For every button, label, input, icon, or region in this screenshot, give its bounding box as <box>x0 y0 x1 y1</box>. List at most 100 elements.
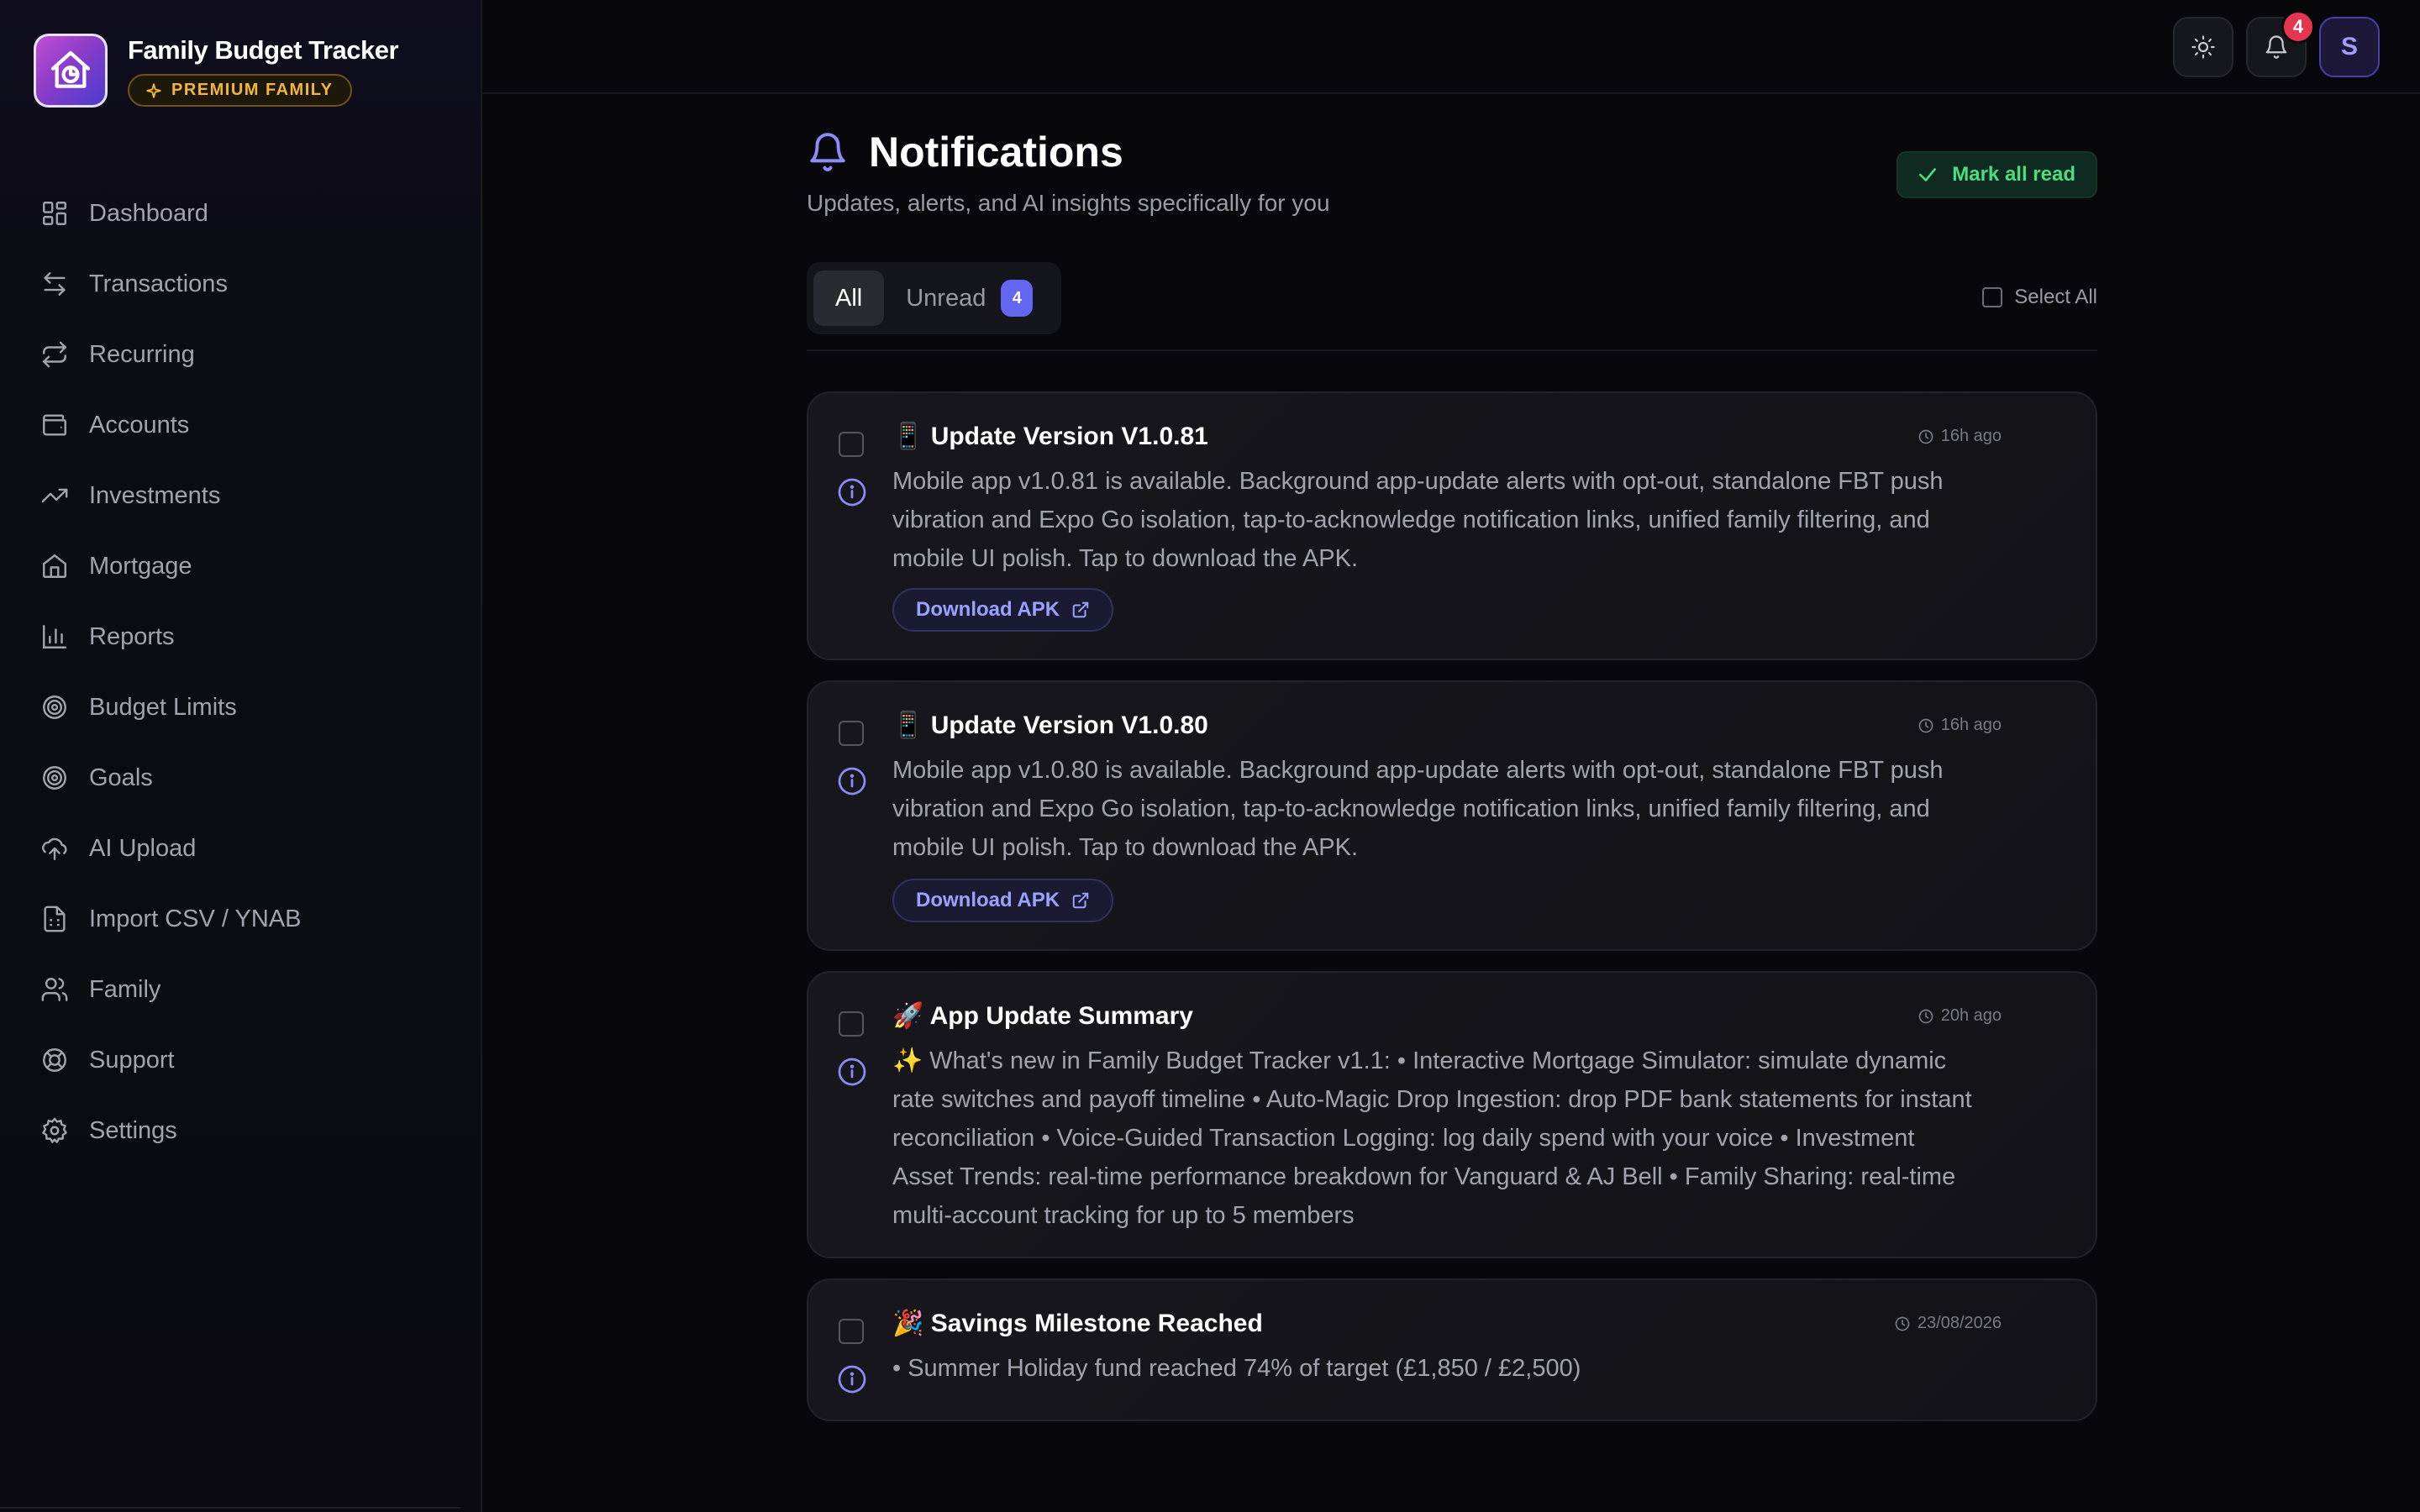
user-avatar-button[interactable]: S <box>2319 17 2380 77</box>
sidebar-nav: Dashboard Transactions Recurring Account… <box>0 178 482 1166</box>
sidebar-item-label: Support <box>89 1046 175 1074</box>
sidebar-item-accounts[interactable]: Accounts <box>0 390 482 460</box>
notification-body: • Summer Holiday fund reached 74% of tar… <box>892 1355 1581 1382</box>
notification-time-label: 16h ago <box>1940 427 2002 445</box>
notification-checkbox[interactable] <box>839 1319 864 1344</box>
external-link-icon <box>1072 601 1089 618</box>
sidebar-item-support[interactable]: Support <box>0 1025 482 1095</box>
clock-icon <box>1918 718 1933 732</box>
notification-time: 23/08/2026 <box>1894 1314 2002 1333</box>
filter-row: All Unread 4 Select All <box>807 262 2097 351</box>
sparkle-icon <box>146 83 161 97</box>
page-header: Notifications Updates, alerts, and AI in… <box>807 94 2097 262</box>
tab-unread-label: Unread <box>906 284 986 312</box>
trending-up-icon <box>41 488 68 503</box>
repeat-icon <box>43 341 66 368</box>
filter-tabs: All Unread 4 <box>807 262 1062 334</box>
notifications-button[interactable]: 4 <box>2246 10 2315 77</box>
premium-badge-label: PREMIUM FAMILY <box>171 81 334 99</box>
sun-icon <box>2191 35 2215 59</box>
sidebar-item-family[interactable]: Family <box>0 954 482 1025</box>
notification-card[interactable]: 🎉 Savings Milestone Reached 23/08/2026 •… <box>807 1278 2097 1421</box>
users-icon <box>41 978 68 1001</box>
download-apk-button[interactable]: Download APK <box>892 588 1114 632</box>
sidebar-item-label: Import CSV / YNAB <box>89 905 302 932</box>
notification-body: ✨ What's new in Family Budget Tracker v1… <box>892 1047 1972 1229</box>
house-icon <box>43 554 66 578</box>
bar-chart-icon <box>43 625 66 648</box>
notification-title: 🎉 Savings Milestone Reached <box>892 1310 1263 1337</box>
notification-time: 20h ago <box>1918 1006 2002 1026</box>
check-icon <box>1919 168 1937 181</box>
sidebar-item-reports[interactable]: Reports <box>0 601 482 672</box>
arrows-left-right-icon <box>44 272 66 296</box>
notification-card[interactable]: 📱 Update Version V1.0.80 16h ago Mobile … <box>807 680 2097 951</box>
sidebar-item-transactions[interactable]: Transactions <box>0 249 482 319</box>
clock-icon <box>1895 1316 1910 1331</box>
download-apk-button[interactable]: Download APK <box>892 879 1114 922</box>
theme-toggle-button[interactable] <box>2173 17 2233 77</box>
select-all-label: Select All <box>2014 286 2097 308</box>
sidebar-item-label: Settings <box>89 1116 177 1144</box>
notification-card[interactable]: 🚀 App Update Summary 20h ago ✨ What's ne… <box>807 971 2097 1258</box>
notification-body: Mobile app v1.0.81 is available. Backgro… <box>892 468 1944 572</box>
topbar: 4 S <box>482 0 2420 94</box>
page-title: Notifications <box>869 129 1123 176</box>
sidebar-item-goals[interactable]: Goals <box>0 743 482 813</box>
sidebar-item-label: AI Upload <box>89 834 197 862</box>
sidebar: Family Budget Tracker PREMIUM FAMILY Das… <box>0 0 482 1512</box>
notification-count-badge: 4 <box>2281 10 2315 44</box>
select-all-control[interactable]: Select All <box>1982 286 2097 309</box>
sidebar-item-label: Transactions <box>89 270 228 297</box>
clock-icon <box>1918 1009 1933 1023</box>
info-icon <box>838 478 866 507</box>
sidebar-item-label: Recurring <box>89 340 195 368</box>
sidebar-item-investments[interactable]: Investments <box>0 460 482 531</box>
notification-time: 16h ago <box>1918 427 2002 446</box>
download-apk-label: Download APK <box>916 598 1060 621</box>
sidebar-item-label: Accounts <box>89 411 190 438</box>
sidebar-item-import-csv[interactable]: Import CSV / YNAB <box>0 884 482 954</box>
sidebar-item-recurring[interactable]: Recurring <box>0 319 482 390</box>
info-icon <box>838 767 866 795</box>
sidebar-item-label: Investments <box>89 481 221 509</box>
notification-checkbox[interactable] <box>839 721 864 746</box>
bell-icon <box>810 133 845 171</box>
notification-title: 📱 Update Version V1.0.80 <box>892 711 1208 739</box>
page-subtitle: Updates, alerts, and AI insights specifi… <box>807 190 1330 216</box>
cloud-upload-icon <box>42 837 67 860</box>
notification-time-label: 23/08/2026 <box>1917 1314 2002 1332</box>
app-title: Family Budget Tracker <box>128 35 399 65</box>
mark-all-read-label: Mark all read <box>1952 163 2075 186</box>
notification-checkbox[interactable] <box>839 432 864 457</box>
brand[interactable]: Family Budget Tracker PREMIUM FAMILY <box>34 34 399 108</box>
notification-time-label: 16h ago <box>1940 716 2002 734</box>
select-all-checkbox[interactable] <box>1982 287 2003 307</box>
grid-icon <box>43 202 66 225</box>
notification-card[interactable]: 📱 Update Version V1.0.81 16h ago Mobile … <box>807 391 2097 660</box>
sidebar-item-label: Goals <box>89 764 153 791</box>
lifebuoy-icon <box>43 1048 66 1072</box>
sidebar-item-settings[interactable]: Settings <box>0 1095 482 1166</box>
premium-badge: PREMIUM FAMILY <box>128 74 352 107</box>
sidebar-item-label: Dashboard <box>89 199 208 227</box>
file-spreadsheet-icon <box>44 906 66 932</box>
tab-unread[interactable]: Unread 4 <box>884 270 1055 326</box>
external-link-icon <box>1072 892 1089 909</box>
download-apk-label: Download APK <box>916 889 1060 911</box>
notification-checkbox[interactable] <box>839 1011 864 1037</box>
sidebar-item-dashboard[interactable]: Dashboard <box>0 178 482 249</box>
sidebar-item-budget-limits[interactable]: Budget Limits <box>0 672 482 743</box>
mark-all-read-button[interactable]: Mark all read <box>1897 151 2097 198</box>
sidebar-item-ai-upload[interactable]: AI Upload <box>0 813 482 884</box>
notification-title: 🚀 App Update Summary <box>892 1002 1193 1030</box>
sidebar-item-label: Reports <box>89 622 175 650</box>
tab-all[interactable]: All <box>813 270 885 326</box>
sidebar-item-label: Budget Limits <box>89 693 237 721</box>
sidebar-item-label: Family <box>89 975 161 1003</box>
sidebar-item-label: Mortgage <box>89 552 192 580</box>
sidebar-divider <box>0 1507 460 1509</box>
unread-count-badge: 4 <box>1001 280 1034 317</box>
sidebar-item-mortgage[interactable]: Mortgage <box>0 531 482 601</box>
notification-time: 16h ago <box>1918 716 2002 735</box>
